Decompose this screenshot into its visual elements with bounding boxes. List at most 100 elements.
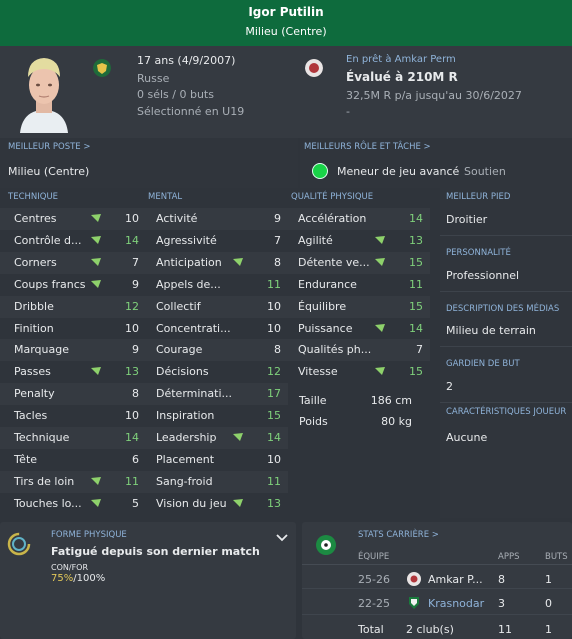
attribute-name: Qualités ph... <box>298 343 372 357</box>
attribute-name: Tacles <box>14 409 48 423</box>
attribute-row[interactable]: Appels de... 11 <box>142 274 288 296</box>
attribute-row[interactable]: Décisions 12 <box>142 361 288 383</box>
chevron-down-icon[interactable] <box>276 534 288 542</box>
attribute-name: Accélération <box>298 212 367 225</box>
attribute-row[interactable]: Tacles 10 <box>0 405 146 427</box>
player-overview: 17 ans (4/9/2007) Russe 0 séls / 0 buts … <box>0 46 572 138</box>
progress-arrow-icon <box>375 257 385 266</box>
attribute-row[interactable]: Centres 10 <box>0 208 146 230</box>
height-label: Taille <box>299 394 327 407</box>
attribute-row[interactable]: Tirs de loin 11 <box>0 470 146 493</box>
attribute-row[interactable]: Équilibre 15 <box>284 295 430 318</box>
loan-link[interactable]: En prêt à Amkar Perm <box>346 54 456 65</box>
attribute-row[interactable]: Courage 8 <box>142 339 288 362</box>
attribute-row[interactable]: Touches lo... 5 <box>0 493 146 515</box>
career-club[interactable]: Krasnodar <box>428 597 484 610</box>
player-value: Évalué à 210M R <box>346 70 458 84</box>
player-selection: Sélectionné en U19 <box>137 105 245 118</box>
attribute-row[interactable]: Vision du jeu 13 <box>142 493 288 515</box>
attribute-row[interactable]: Détente ve... 15 <box>284 251 430 274</box>
progress-arrow-icon <box>375 235 385 244</box>
attribute-row[interactable]: Coups francs 9 <box>0 274 146 296</box>
attribute-name: Penalty <box>14 387 55 401</box>
attribute-name: Courage <box>156 343 203 357</box>
attribute-name: Touches lo... <box>14 496 82 510</box>
attribute-value: 13 <box>409 233 423 247</box>
career-stats-panel[interactable]: STATS CARRIÈRE > ÉQUIPE APPS BUTS 25-26 … <box>302 522 572 639</box>
role-suitability-icon <box>312 163 328 179</box>
technique-title: TECHNIQUE <box>8 192 59 202</box>
attribute-row[interactable]: Collectif 10 <box>142 295 288 318</box>
attribute-row[interactable]: Anticipation 8 <box>142 251 288 274</box>
attribute-value: 15 <box>267 409 281 423</box>
attribute-name: Vitesse <box>298 365 338 379</box>
attribute-row[interactable]: Passes 13 <box>0 361 146 383</box>
attribute-row[interactable]: Endurance 11 <box>284 274 430 296</box>
weight-label: Poids <box>299 415 328 428</box>
attribute-value: 10 <box>267 299 281 313</box>
progress-arrow-icon <box>375 323 385 332</box>
attribute-name: Centres <box>14 212 57 225</box>
attribute-value: 9 <box>274 212 281 225</box>
best-role-value: Meneur de jeu avancé <box>337 165 460 178</box>
career-title[interactable]: STATS CARRIÈRE > <box>358 530 439 540</box>
attribute-row[interactable]: Leadership 14 <box>142 427 288 449</box>
attribute-row[interactable]: Penalty 8 <box>0 383 146 406</box>
attribute-row[interactable]: Activité 9 <box>142 208 288 230</box>
attribute-row[interactable]: Sang-froid 11 <box>142 470 288 493</box>
progress-arrow-icon <box>91 498 101 507</box>
attribute-row[interactable]: Placement 10 <box>142 449 288 471</box>
attribute-row[interactable]: Finition 10 <box>0 318 146 340</box>
attribute-name: Collectif <box>156 299 201 313</box>
attribute-row[interactable]: Qualités ph... 7 <box>284 339 430 362</box>
attribute-row[interactable]: Vitesse 15 <box>284 361 430 383</box>
krasnodar-crest-icon <box>409 597 419 609</box>
career-club[interactable]: Amkar P... <box>428 573 483 586</box>
attribute-value: 12 <box>267 365 281 379</box>
attribute-row[interactable]: Tête 6 <box>0 449 146 471</box>
attribute-name: Activité <box>156 212 198 225</box>
player-age: 17 ans (4/9/2007) <box>137 54 236 67</box>
attribute-name: Technique <box>14 431 70 444</box>
attribute-name: Inspiration <box>156 409 215 423</box>
attribute-row[interactable]: Dribble 12 <box>0 295 146 318</box>
career-total-label: Total <box>358 623 384 636</box>
attribute-value: 17 <box>267 387 281 401</box>
career-total-clubs: 2 club(s) <box>406 623 454 636</box>
nation-crest-icon <box>93 59 111 77</box>
attribute-row[interactable]: Déterminati... 17 <box>142 383 288 406</box>
attribute-row[interactable]: Contrôle d... 14 <box>0 230 146 252</box>
weight-value: 80 kg <box>381 415 412 428</box>
fitness-panel[interactable]: FORME PHYSIQUE Fatigué depuis son dernie… <box>0 522 296 639</box>
progress-arrow-icon <box>91 279 101 288</box>
attribute-row[interactable]: Corners 7 <box>0 251 146 274</box>
attribute-name: Concentrati... <box>156 321 231 335</box>
attribute-name: Agressivité <box>156 233 217 247</box>
best-role-panel[interactable]: MEILLEURS RÔLE ET TÂCHE > Meneur de jeu … <box>300 138 572 188</box>
fitness-title: FORME PHYSIQUE <box>51 530 127 540</box>
best-position-panel[interactable]: MEILLEUR POSTE > Milieu (Centre) <box>0 138 298 188</box>
attribute-value: 8 <box>274 343 281 357</box>
attribute-row[interactable]: Inspiration 15 <box>142 405 288 427</box>
attribute-value: 15 <box>409 365 423 379</box>
progress-arrow-icon <box>91 476 101 485</box>
career-goals: 1 <box>545 573 552 586</box>
gk-value: 2 <box>446 380 453 393</box>
best-position-title[interactable]: MEILLEUR POSTE > <box>8 142 90 152</box>
physical-title: QUALITÉ PHYSIQUE <box>291 192 374 202</box>
career-header-goals: BUTS <box>545 552 568 562</box>
player-intl-goals: 0 séls / 0 buts <box>137 88 214 101</box>
attribute-row[interactable]: Technique 14 <box>0 427 146 449</box>
attribute-row[interactable]: Agilité 13 <box>284 230 430 252</box>
attribute-row[interactable]: Accélération 14 <box>284 208 430 230</box>
attribute-row[interactable]: Puissance 14 <box>284 318 430 340</box>
attribute-row[interactable]: Concentrati... 10 <box>142 318 288 340</box>
best-role-title[interactable]: MEILLEURS RÔLE ET TÂCHE > <box>304 142 431 152</box>
career-season: 22-25 <box>358 597 390 610</box>
career-header-apps: APPS <box>498 552 520 562</box>
fitness-ring-icon <box>7 532 31 556</box>
attribute-row[interactable]: Marquage 9 <box>0 339 146 362</box>
attribute-value: 10 <box>125 321 139 335</box>
attribute-row[interactable]: Agressivité 7 <box>142 230 288 252</box>
player-contract: 32,5M R p/a jusqu'au 30/6/2027 <box>346 89 522 102</box>
